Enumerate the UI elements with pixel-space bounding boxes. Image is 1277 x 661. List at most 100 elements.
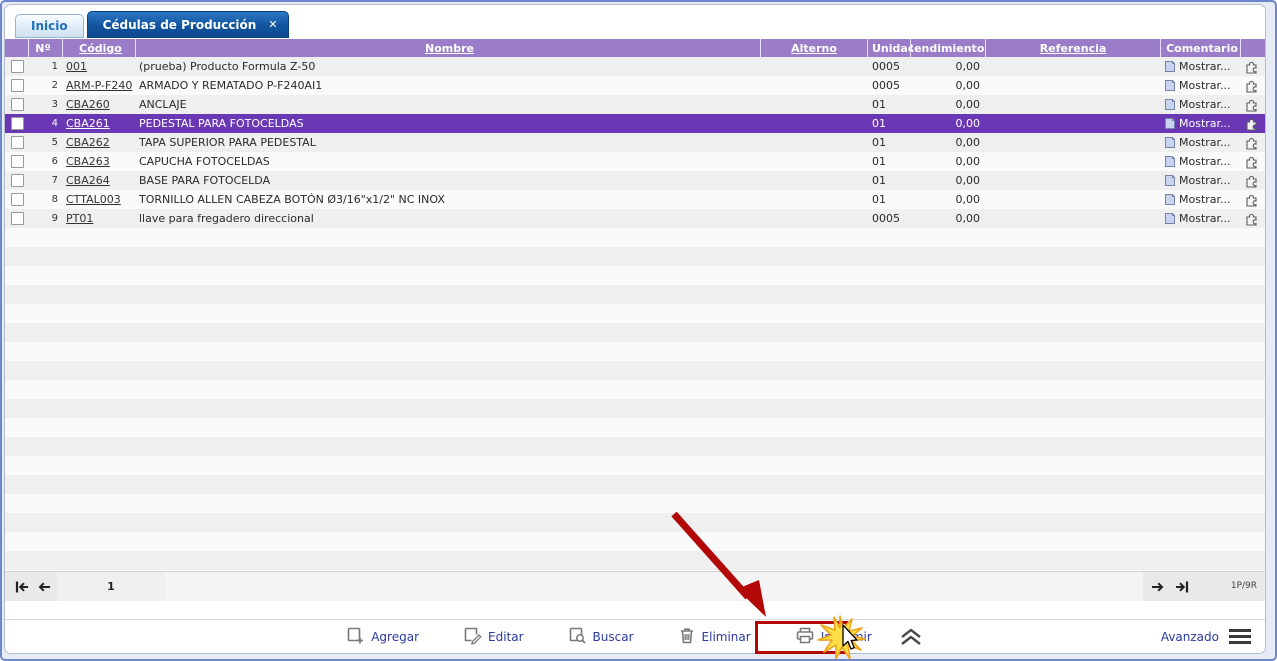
current-page-indicator[interactable]: 1 <box>57 572 165 601</box>
pager-scroll-track[interactable] <box>165 572 1143 601</box>
tab-cedulas-de-produccion[interactable]: Cédulas de Producción ✕ <box>87 11 289 38</box>
nombre-cell: ARMADO Y REMATADO P-F240AI1 <box>136 76 761 95</box>
mostrar-link[interactable]: Mostrar... <box>1179 60 1231 73</box>
empty-row <box>5 418 1265 437</box>
unidad-cell: 0005 <box>868 57 911 76</box>
puzzle-icon[interactable] <box>1245 193 1259 207</box>
editar-label: Editar <box>488 630 524 644</box>
empty-row <box>5 456 1265 475</box>
header-numero: Nº <box>29 39 63 57</box>
empty-row <box>5 475 1265 494</box>
referencia-cell <box>986 57 1161 76</box>
imprimir-button[interactable]: Imprimir <box>795 626 872 648</box>
empty-row <box>5 304 1265 323</box>
mostrar-link[interactable]: Mostrar... <box>1179 174 1231 187</box>
unidad-cell: 01 <box>868 114 911 133</box>
table-row[interactable]: 3 CBA260 ANCLAJE 01 0,00 Mostrar... <box>5 95 1265 114</box>
table-row[interactable]: 2 ARM-P-F240 ARMADO Y REMATADO P-F240AI1… <box>5 76 1265 95</box>
referencia-cell <box>986 95 1161 114</box>
codigo-link[interactable]: ARM-P-F240 <box>66 79 132 92</box>
table-row[interactable]: 8 CTTAL003 TORNILLO ALLEN CABEZA BOTÓN Ø… <box>5 190 1265 209</box>
menu-icon[interactable] <box>1229 629 1251 644</box>
tab-inicio[interactable]: Inicio <box>15 14 84 38</box>
row-checkbox[interactable] <box>11 79 24 92</box>
codigo-link[interactable]: CBA260 <box>66 98 110 111</box>
table-row[interactable]: 9 PT01 llave para fregadero direccional … <box>5 209 1265 228</box>
next-page-button[interactable] <box>1147 577 1169 597</box>
row-checkbox[interactable] <box>11 98 24 111</box>
mostrar-link[interactable]: Mostrar... <box>1179 155 1231 168</box>
puzzle-icon[interactable] <box>1245 212 1259 226</box>
codigo-link[interactable]: CBA262 <box>66 136 110 149</box>
puzzle-icon[interactable] <box>1245 136 1259 150</box>
puzzle-icon[interactable] <box>1245 117 1259 131</box>
add-record-icon <box>346 626 365 648</box>
mostrar-link[interactable]: Mostrar... <box>1179 136 1231 149</box>
puzzle-icon[interactable] <box>1245 155 1259 169</box>
row-checkbox[interactable] <box>11 193 24 206</box>
empty-row <box>5 247 1265 266</box>
header-alterno[interactable]: Alterno <box>761 39 868 57</box>
row-checkbox[interactable] <box>11 155 24 168</box>
rendimiento-cell: 0,00 <box>911 76 986 95</box>
avanzado-link[interactable]: Avanzado <box>1161 630 1219 644</box>
agregar-label: Agregar <box>371 630 419 644</box>
header-nombre[interactable]: Nombre <box>136 39 761 57</box>
puzzle-icon[interactable] <box>1245 98 1259 112</box>
codigo-link[interactable]: 001 <box>66 60 87 73</box>
row-checkbox[interactable] <box>11 174 24 187</box>
puzzle-icon[interactable] <box>1245 174 1259 188</box>
codigo-link[interactable]: CTTAL003 <box>66 193 121 206</box>
mostrar-link[interactable]: Mostrar... <box>1179 212 1231 225</box>
puzzle-icon[interactable] <box>1245 60 1259 74</box>
row-checkbox[interactable] <box>11 117 24 130</box>
codigo-link[interactable]: CBA263 <box>66 155 110 168</box>
mostrar-link[interactable]: Mostrar... <box>1179 117 1231 130</box>
agregar-button[interactable]: Agregar <box>346 626 419 648</box>
empty-row <box>5 513 1265 532</box>
alterno-cell <box>761 57 868 76</box>
table-row[interactable]: 7 CBA264 BASE PARA FOTOCELDA 01 0,00 Mos… <box>5 171 1265 190</box>
note-icon <box>1164 174 1176 187</box>
editar-button[interactable]: Editar <box>463 626 524 648</box>
tab-inicio-label: Inicio <box>31 19 68 33</box>
mostrar-link[interactable]: Mostrar... <box>1179 79 1231 92</box>
first-page-button[interactable] <box>11 577 33 597</box>
unidad-cell: 01 <box>868 133 911 152</box>
table-row[interactable]: 6 CBA263 CAPUCHA FOTOCELDAS 01 0,00 Most… <box>5 152 1265 171</box>
codigo-link[interactable]: PT01 <box>66 212 93 225</box>
empty-row <box>5 323 1265 342</box>
codigo-link[interactable]: CBA261 <box>66 117 110 130</box>
previous-page-button[interactable] <box>33 577 55 597</box>
buscar-button[interactable]: Buscar <box>568 626 634 648</box>
row-checkbox[interactable] <box>11 136 24 149</box>
header-codigo[interactable]: Código <box>63 39 136 57</box>
last-page-button[interactable] <box>1171 577 1193 597</box>
row-checkbox[interactable] <box>11 212 24 225</box>
unidad-cell: 01 <box>868 152 911 171</box>
empty-row <box>5 399 1265 418</box>
empty-row <box>5 228 1265 247</box>
row-number: 1 <box>29 57 63 76</box>
codigo-link[interactable]: CBA264 <box>66 174 110 187</box>
table-row[interactable]: 4 CBA261 PEDESTAL PARA FOTOCELDAS 01 0,0… <box>5 114 1265 133</box>
mostrar-link[interactable]: Mostrar... <box>1179 193 1231 206</box>
table-row[interactable]: 5 CBA262 TAPA SUPERIOR PARA PEDESTAL 01 … <box>5 133 1265 152</box>
header-referencia[interactable]: Referencia <box>986 39 1161 57</box>
row-checkbox[interactable] <box>11 60 24 73</box>
rendimiento-cell: 0,00 <box>911 152 986 171</box>
rendimiento-cell: 0,00 <box>911 133 986 152</box>
collapse-toolbar-icon[interactable] <box>898 627 924 647</box>
buscar-label: Buscar <box>593 630 634 644</box>
header-unidad: Unidad <box>868 39 911 57</box>
nombre-cell: TAPA SUPERIOR PARA PEDESTAL <box>136 133 761 152</box>
nombre-cell: (prueba) Producto Formula Z-50 <box>136 57 761 76</box>
eliminar-button[interactable]: Eliminar <box>678 626 751 648</box>
alterno-cell <box>761 209 868 228</box>
mostrar-link[interactable]: Mostrar... <box>1179 98 1231 111</box>
row-number: 6 <box>29 152 63 171</box>
close-tab-icon[interactable]: ✕ <box>268 19 277 30</box>
puzzle-icon[interactable] <box>1245 79 1259 93</box>
table-row[interactable]: 1 001 (prueba) Producto Formula Z-50 000… <box>5 57 1265 76</box>
rendimiento-cell: 0,00 <box>911 95 986 114</box>
